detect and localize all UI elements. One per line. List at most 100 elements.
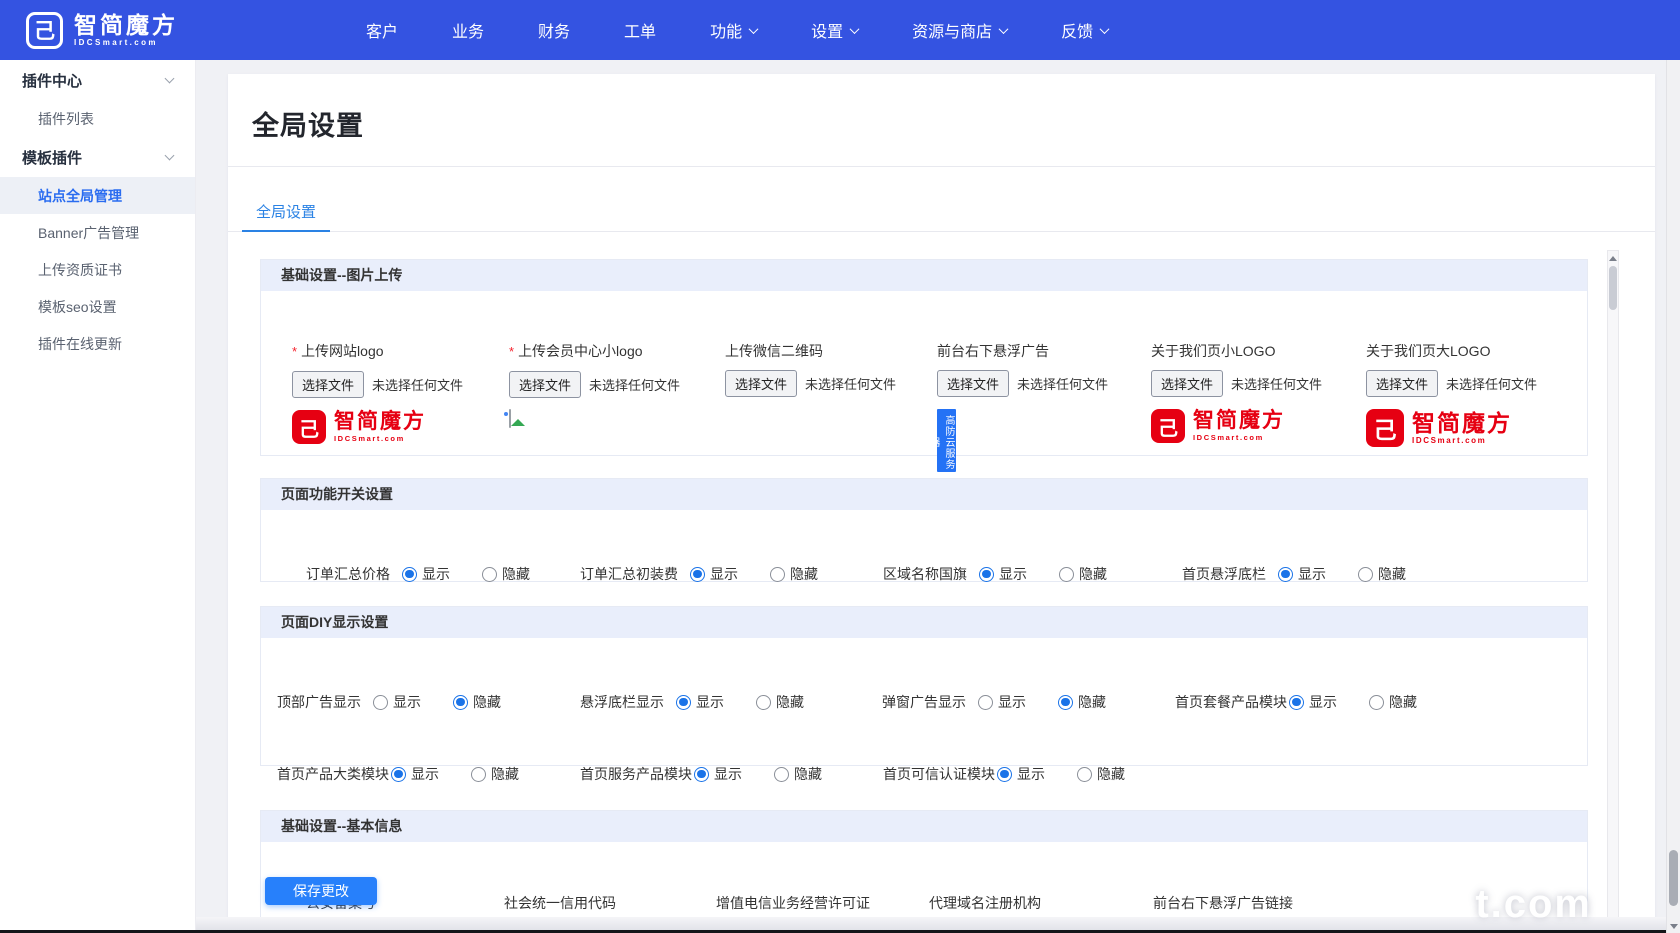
choose-file-button[interactable]: 选择文件 [725, 370, 797, 397]
chevron-down-icon [165, 151, 175, 161]
chevron-down-icon [165, 74, 175, 84]
toggle-label: 首页套餐产品模块 [1175, 692, 1287, 712]
chevron-down-icon [999, 24, 1009, 34]
section-image-upload: 基础设置--图片上传 *上传网站logo 选择文件未选择任何文件 智简魔方IDC… [260, 259, 1588, 456]
scroll-down-icon[interactable] [1667, 920, 1680, 932]
scrollbar-thumb[interactable] [1669, 850, 1678, 906]
radio-show[interactable]: 显示 [1289, 692, 1337, 712]
field-label: 增值电信业务经营许可证 [716, 894, 909, 912]
field-label: 社会统一信用代码 [504, 894, 697, 912]
chevron-down-icon [850, 24, 860, 34]
upload-field-label: 上传微信二维码 [725, 343, 823, 359]
radio-show[interactable]: 显示 [1278, 564, 1326, 584]
sidebar-item-upload-certificates[interactable]: 上传资质证书 [0, 251, 195, 288]
toggle-floating-bottom-bar: 悬浮底栏显示 显示 隐藏 [580, 692, 804, 712]
scroll-up-icon[interactable] [1608, 252, 1618, 264]
radio-hide[interactable]: 隐藏 [482, 564, 530, 584]
radio-icon [391, 767, 406, 782]
top-navbar: 智简魔方 IDCSmart.com 客户 业务 财务 工单 功能 设置 资源与商… [0, 0, 1680, 60]
sidebar-item-banner-ads[interactable]: Banner广告管理 [0, 214, 195, 251]
sidebar-item-plugin-online-update[interactable]: 插件在线更新 [0, 325, 195, 362]
sidebar: 插件中心 插件列表 模板插件 站点全局管理 Banner广告管理 上传资质证书 … [0, 60, 196, 933]
site-logo-preview: 智简魔方IDCSmart.com [292, 410, 463, 444]
window-scrollbar[interactable] [1666, 60, 1680, 933]
toggle-home-package-module: 首页套餐产品模块 显示 隐藏 [1175, 692, 1417, 712]
radio-show[interactable]: 显示 [978, 692, 1026, 712]
nav-item-customer[interactable]: 客户 [366, 18, 398, 42]
sidebar-item-plugin-list[interactable]: 插件列表 [0, 100, 195, 137]
radio-hide[interactable]: 隐藏 [770, 564, 818, 584]
radio-hide[interactable]: 隐藏 [471, 764, 519, 784]
radio-icon [694, 767, 709, 782]
brand-logo-icon [26, 12, 63, 49]
no-file-text: 未选择任何文件 [805, 374, 896, 393]
radio-icon [1059, 567, 1074, 582]
radio-show[interactable]: 显示 [694, 764, 742, 784]
toggle-label: 首页服务产品模块 [580, 764, 692, 784]
radio-hide[interactable]: 隐藏 [1369, 692, 1417, 712]
toggle-order-summary-price: 订单汇总价格 显示 隐藏 [306, 564, 530, 584]
sidebar-group-plugin-center[interactable]: 插件中心 [0, 60, 195, 100]
radio-hide[interactable]: 隐藏 [1059, 564, 1107, 584]
toggle-popup-ad: 弹窗广告显示 显示 隐藏 [882, 692, 1106, 712]
required-mark: * [509, 344, 514, 359]
toggle-label: 悬浮底栏显示 [580, 692, 664, 712]
tab-global-settings[interactable]: 全局设置 [242, 193, 330, 232]
toggle-label: 弹窗广告显示 [882, 692, 966, 712]
radio-icon [373, 695, 388, 710]
radio-hide[interactable]: 隐藏 [774, 764, 822, 784]
toggle-label: 首页悬浮底栏 [1182, 564, 1266, 584]
save-button[interactable]: 保存更改 [265, 877, 377, 905]
sidebar-item-template-seo[interactable]: 模板seo设置 [0, 288, 195, 325]
nav-item-features[interactable]: 功能 [710, 18, 757, 42]
radio-show[interactable]: 显示 [676, 692, 724, 712]
radio-show[interactable]: 显示 [997, 764, 1045, 784]
upload-field-site-logo: *上传网站logo 选择文件未选择任何文件 智简魔方IDCSmart.com [292, 341, 463, 444]
upload-field-about-small-logo: 关于我们页小LOGO 选择文件未选择任何文件 智简魔方IDCSmart.com [1151, 341, 1322, 443]
choose-file-button[interactable]: 选择文件 [1366, 370, 1438, 397]
main-area: 全局设置 全局设置 基础设置--图片上传 *上传网站logo 选择文件未选择任何… [196, 60, 1680, 933]
radio-show[interactable]: 显示 [402, 564, 450, 584]
toggle-home-trusted-cert-module: 首页可信认证模块 显示 隐藏 [883, 764, 1125, 784]
upload-field-label: 关于我们页大LOGO [1366, 343, 1490, 359]
brand-logo-icon [1151, 409, 1185, 443]
choose-file-button[interactable]: 选择文件 [937, 370, 1009, 397]
radio-hide[interactable]: 隐藏 [453, 692, 501, 712]
toggle-label: 顶部广告显示 [277, 692, 361, 712]
radio-show[interactable]: 显示 [979, 564, 1027, 584]
sidebar-group-template-plugins[interactable]: 模板插件 [0, 137, 195, 177]
radio-hide[interactable]: 隐藏 [756, 692, 804, 712]
choose-file-button[interactable]: 选择文件 [509, 371, 581, 398]
radio-show[interactable]: 显示 [391, 764, 439, 784]
scrollbar-thumb[interactable] [1609, 266, 1617, 310]
radio-hide[interactable]: 隐藏 [1058, 692, 1106, 712]
nav-item-feedback[interactable]: 反馈 [1061, 18, 1108, 42]
radio-icon [756, 695, 771, 710]
no-file-text: 未选择任何文件 [1231, 374, 1322, 393]
choose-file-button[interactable]: 选择文件 [292, 371, 364, 398]
choose-file-button[interactable]: 选择文件 [1151, 370, 1223, 397]
upload-field-label: 前台右下悬浮广告 [937, 343, 1049, 359]
no-file-text: 未选择任何文件 [589, 375, 680, 394]
brand-logo-icon [292, 410, 326, 444]
nav-item-finance[interactable]: 财务 [538, 18, 570, 42]
section-basic-info: 基础设置--基本信息 公安备案号 社会统一信用代码 增值电信业务经营许可证 代理… [260, 810, 1588, 933]
radio-icon [471, 767, 486, 782]
radio-show[interactable]: 显示 [690, 564, 738, 584]
radio-hide[interactable]: 隐藏 [1077, 764, 1125, 784]
radio-icon [770, 567, 785, 582]
sidebar-item-site-global-management[interactable]: 站点全局管理 [0, 177, 195, 214]
horizontal-scrollbar-track[interactable] [196, 917, 1666, 930]
radio-icon [676, 695, 691, 710]
nav-item-business[interactable]: 业务 [452, 18, 484, 42]
panel-scrollbar[interactable] [1607, 250, 1619, 933]
radio-hide[interactable]: 隐藏 [1358, 564, 1406, 584]
radio-icon [1058, 695, 1073, 710]
section-title: 页面功能开关设置 [261, 479, 1587, 510]
radio-show[interactable]: 显示 [373, 692, 421, 712]
upload-field-wechat-qrcode: 上传微信二维码 选择文件未选择任何文件 [725, 341, 896, 397]
nav-item-resources-store[interactable]: 资源与商店 [912, 18, 1007, 42]
nav-item-ticket[interactable]: 工单 [624, 18, 656, 42]
divider [228, 166, 1655, 167]
nav-item-settings[interactable]: 设置 [811, 18, 858, 42]
